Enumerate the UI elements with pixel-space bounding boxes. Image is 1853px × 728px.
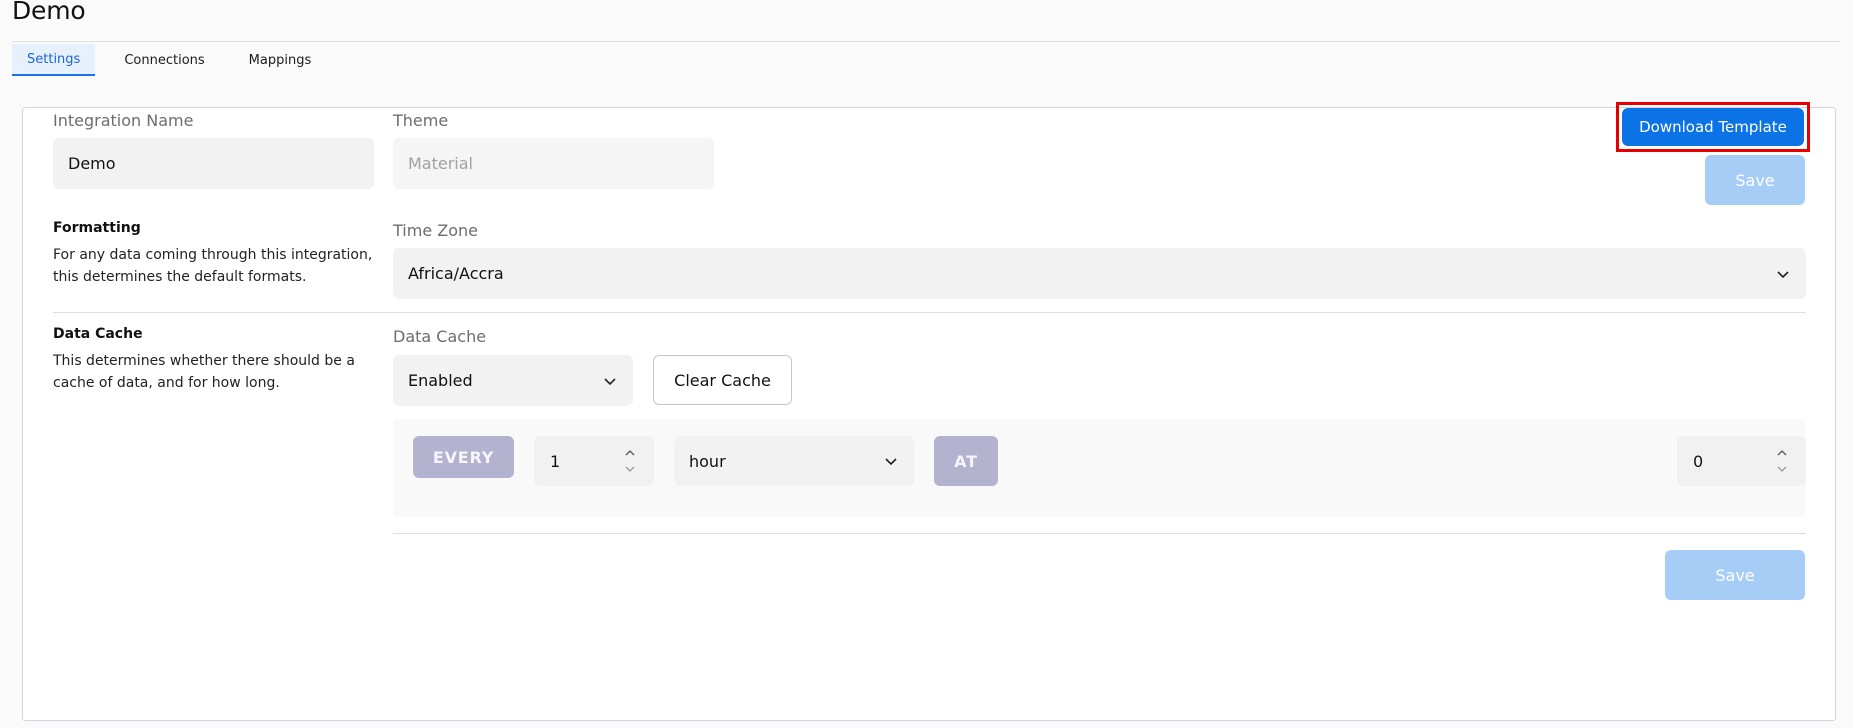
at-minute-value: 0	[1693, 451, 1704, 471]
tab-connections[interactable]: Connections	[109, 44, 219, 76]
timezone-select[interactable]: Africa/Accra	[393, 248, 1806, 299]
theme-label: Theme	[393, 111, 449, 130]
timezone-value: Africa/Accra	[408, 264, 504, 283]
header-divider	[12, 41, 1841, 42]
data-cache-description: This determines whether there should be …	[53, 353, 355, 391]
timezone-label: Time Zone	[393, 221, 478, 240]
section-divider	[53, 312, 1806, 313]
tab-settings[interactable]: Settings	[12, 44, 96, 76]
integration-name-field[interactable]: Demo	[53, 138, 374, 189]
bottom-divider	[393, 533, 1806, 534]
save-button-bottom[interactable]: Save	[1665, 550, 1805, 600]
chevron-down-icon	[1777, 270, 1789, 278]
download-template-button[interactable]: Download Template	[1622, 108, 1804, 146]
at-badge: AT	[934, 436, 998, 486]
interval-stepper[interactable]: 1	[534, 436, 654, 486]
tab-mappings[interactable]: Mappings	[234, 44, 327, 76]
schedule-panel: EVERY 1 hour AT 0	[393, 419, 1806, 517]
chevron-down-icon	[885, 458, 897, 466]
data-cache-value: Enabled	[408, 371, 473, 390]
page-title: Demo	[12, 0, 86, 25]
stepper-arrows-icon[interactable]	[1776, 446, 1788, 476]
interval-unit-value: hour	[689, 451, 726, 471]
tab-bar: Settings Connections Mappings	[12, 44, 340, 77]
theme-field[interactable]: Material	[393, 138, 714, 189]
at-minute-stepper[interactable]: 0	[1677, 436, 1806, 486]
chevron-down-icon	[604, 377, 616, 385]
every-badge: EVERY	[413, 436, 514, 478]
data-cache-label: Data Cache	[393, 327, 487, 346]
data-cache-select[interactable]: Enabled	[393, 355, 633, 406]
formatting-description: For any data coming through this integra…	[53, 247, 373, 285]
stepper-arrows-icon[interactable]	[624, 446, 636, 476]
save-button-top[interactable]: Save	[1705, 155, 1805, 205]
interval-value: 1	[550, 451, 561, 471]
integration-name-label: Integration Name	[53, 111, 194, 130]
interval-unit-select[interactable]: hour	[674, 436, 914, 486]
clear-cache-button[interactable]: Clear Cache	[653, 355, 792, 405]
data-cache-title: Data Cache	[53, 326, 143, 342]
settings-card: Integration Name Demo Theme Material Dow…	[22, 102, 1836, 721]
formatting-title: Formatting	[53, 220, 141, 236]
